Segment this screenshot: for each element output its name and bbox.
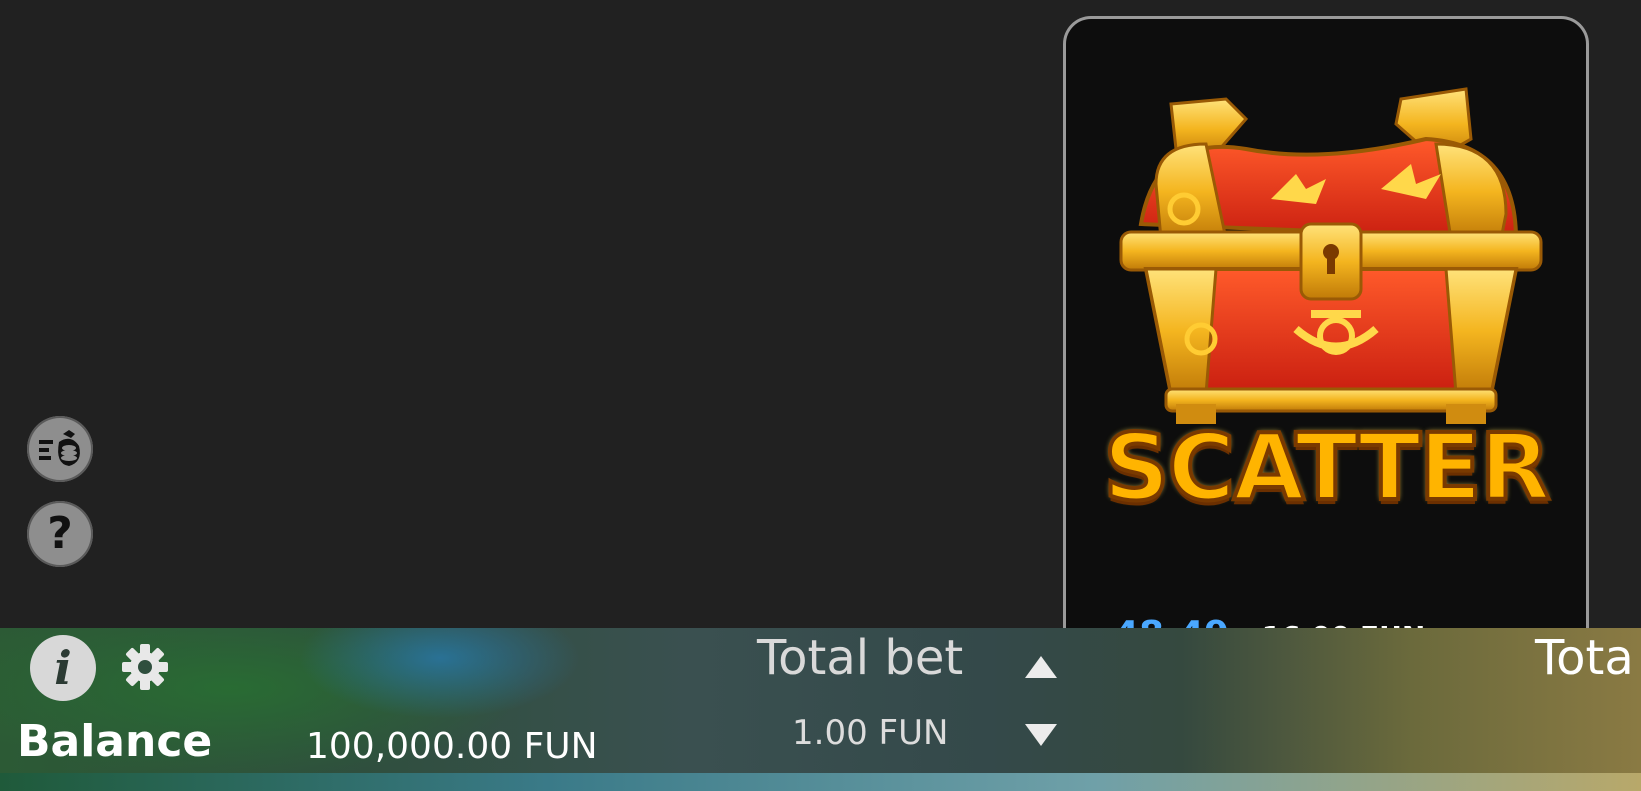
gear-icon[interactable] xyxy=(119,641,171,693)
paytable-button[interactable] xyxy=(27,416,93,482)
info-button[interactable]: i xyxy=(30,635,96,701)
total-win-label: Tota xyxy=(1535,630,1634,686)
balance-value: 100,000.00 FUN xyxy=(306,726,598,767)
help-button[interactable]: ? xyxy=(27,501,93,567)
total-bet-value: 1.00 FUN xyxy=(792,713,949,753)
info-icon: i xyxy=(54,641,72,695)
bet-decrease-button[interactable] xyxy=(1020,718,1062,752)
symbol-info-card: SCATTER 48-49 16.00 FUN xyxy=(1063,16,1589,659)
triangle-down-icon xyxy=(1025,724,1057,746)
balance-label: Balance xyxy=(17,716,213,767)
total-bet-label: Total bet xyxy=(757,630,964,686)
money-bag-coins-icon xyxy=(39,430,80,466)
treasure-chest-icon xyxy=(1119,87,1543,424)
scatter-title: SCATTER xyxy=(1101,412,1552,523)
triangle-up-icon xyxy=(1025,656,1057,678)
bet-increase-button[interactable] xyxy=(1020,650,1062,684)
bottom-control-bar: i Balance 100,000.00 FUN Total bet 1.00 … xyxy=(0,628,1641,791)
question-mark-icon: ? xyxy=(47,508,73,559)
